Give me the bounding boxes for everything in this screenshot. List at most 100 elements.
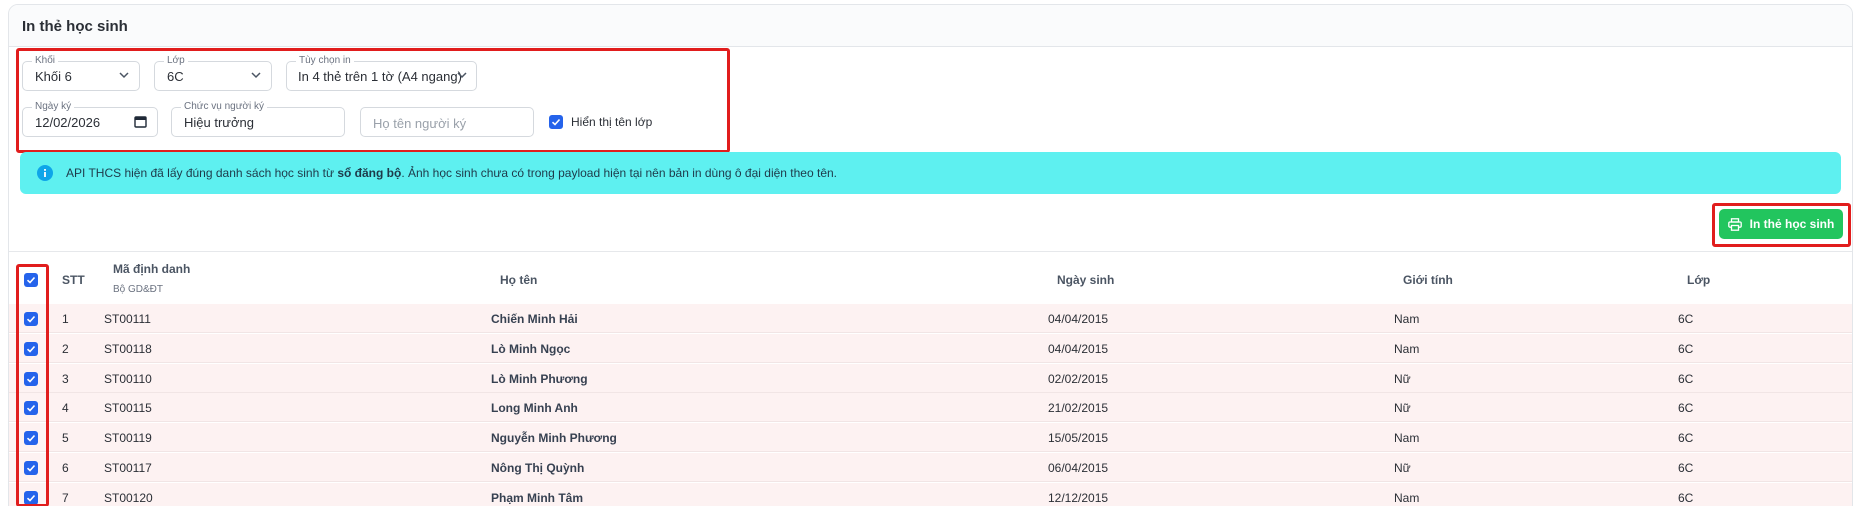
cell-ngay-sinh: 15/05/2015: [1048, 431, 1109, 446]
table-top-divider: [9, 251, 1852, 252]
cell-lop: 6C: [1678, 490, 1694, 505]
cell-lop: 6C: [1678, 371, 1694, 386]
printer-icon: [1727, 217, 1742, 231]
checkbox-checked[interactable]: [549, 115, 563, 129]
alert-text-before: API THCS hiện đã lấy đúng danh sách học …: [66, 166, 338, 180]
alert-text-bold: sổ đăng bộ: [337, 166, 402, 180]
cell-ngay-sinh: 02/02/2015: [1048, 371, 1109, 386]
header-gioi-tinh: Giới tính: [1403, 273, 1453, 287]
show-class-name-checkbox[interactable]: Hiển thị tên lớp: [549, 115, 652, 129]
signer-position-input[interactable]: Chức vụ người ký Hiệu trưởng: [171, 101, 345, 137]
cell-gioi-tinh: Nam: [1394, 341, 1420, 356]
class-select[interactable]: Lớp 6C: [154, 55, 272, 91]
header-ngay-sinh: Ngày sinh: [1057, 273, 1115, 287]
cell-lop: 6C: [1678, 431, 1694, 446]
cell-ho-ten: Nguyễn Minh Phương: [491, 431, 617, 446]
cell-gioi-tinh: Nữ: [1394, 461, 1411, 475]
table-row[interactable]: 7 ST00120 Phạm Minh Tâm 12/12/2015 Nam 6C: [9, 482, 1852, 506]
header-stt: STT: [62, 273, 85, 287]
header-ma-dinh-danh-sub: Bộ GD&ĐT: [113, 284, 164, 295]
cell-ho-ten: Lò Minh Phương: [491, 371, 588, 386]
card-header: In thẻ học sinh: [9, 5, 1852, 47]
cell-ho-ten: Long Minh Anh: [491, 401, 578, 416]
print-button-label: In thẻ học sinh: [1749, 217, 1835, 231]
row-checkbox[interactable]: [24, 431, 38, 446]
signer-name-placeholder: Họ tên người ký: [373, 116, 467, 131]
row-checkbox[interactable]: [24, 490, 38, 505]
cell-lop: 6C: [1678, 401, 1694, 416]
calendar-icon[interactable]: [134, 115, 147, 128]
sign-date-value: 12/02/2026: [35, 115, 101, 130]
print-option-value: In 4 thẻ trên 1 tờ (A4 ngang): [298, 69, 462, 84]
table-row[interactable]: 1 ST00111 Chiến Minh Hải 04/04/2015 Nam 6C: [9, 304, 1852, 333]
info-alert-text: API THCS hiện đã lấy đúng danh sách học …: [66, 166, 837, 180]
row-checkbox[interactable]: [24, 371, 38, 386]
show-class-name-label: Hiển thị tên lớp: [571, 115, 653, 129]
header-ma-dinh-danh: Mã định danh: [113, 262, 191, 276]
header-ho-ten: Họ tên: [500, 273, 538, 287]
cell-gioi-tinh: Nam: [1394, 431, 1420, 446]
cell-gioi-tinh: Nữ: [1394, 371, 1411, 386]
table-row[interactable]: 4 ST00115 Long Minh Anh 21/02/2015 Nữ 6C: [9, 393, 1852, 423]
table-row[interactable]: 6 ST00117 Nông Thị Quỳnh 06/04/2015 Nữ 6C: [9, 453, 1852, 482]
cell-ngay-sinh: 06/04/2015: [1048, 461, 1109, 475]
signer-position-value: Hiệu trưởng: [184, 115, 254, 130]
sign-date-input[interactable]: Ngày ký 12/02/2026: [22, 101, 158, 137]
alert-text-after: . Ảnh học sinh chưa có trong payload hiệ…: [401, 166, 837, 180]
table-row[interactable]: 3 ST00110 Lò Minh Phương 02/02/2015 Nữ 6C: [9, 363, 1852, 393]
chevron-down-icon: [119, 72, 129, 79]
page-title: In thẻ học sinh: [22, 18, 128, 35]
chevron-down-icon: [251, 72, 261, 79]
select-all-checkbox[interactable]: [24, 273, 38, 287]
class-select-value: 6C: [167, 69, 184, 84]
cell-lop: 6C: [1678, 312, 1694, 326]
cell-gioi-tinh: Nam: [1394, 312, 1420, 326]
table-row[interactable]: 2 ST00118 Lò Minh Ngọc 04/04/2015 Nam 6C: [9, 333, 1852, 363]
cell-gioi-tinh: Nam: [1394, 490, 1420, 505]
cell-stt: 7: [62, 490, 69, 505]
cell-stt: 4: [62, 401, 69, 416]
cell-ngay-sinh: 04/04/2015: [1048, 341, 1109, 356]
cell-stt: 1: [62, 312, 69, 326]
cell-ma: ST00117: [104, 461, 152, 475]
cell-stt: 2: [62, 341, 69, 356]
cell-stt: 6: [62, 461, 69, 475]
cell-lop: 6C: [1678, 341, 1694, 356]
grade-select[interactable]: Khối Khối 6: [22, 55, 140, 91]
row-checkbox[interactable]: [24, 341, 38, 356]
cell-ma: ST00119: [104, 431, 152, 446]
cell-ma: ST00118: [104, 341, 152, 356]
cell-ngay-sinh: 04/04/2015: [1048, 312, 1109, 326]
row-checkbox[interactable]: [24, 401, 38, 416]
row-checkbox[interactable]: [24, 461, 38, 475]
cell-ngay-sinh: 21/02/2015: [1048, 401, 1109, 416]
cell-ma: ST00111: [104, 312, 151, 326]
print-student-cards-button[interactable]: In thẻ học sinh: [1719, 209, 1843, 239]
print-option-select[interactable]: Tùy chọn in In 4 thẻ trên 1 tờ (A4 ngang…: [286, 55, 477, 91]
cell-gioi-tinh: Nữ: [1394, 401, 1411, 416]
chevron-down-icon: [457, 72, 467, 79]
table-row[interactable]: 5 ST00119 Nguyễn Minh Phương 15/05/2015 Nam 6…: [9, 423, 1852, 453]
cell-stt: 3: [62, 371, 69, 386]
cell-stt: 5: [62, 431, 69, 446]
cell-ma: ST00115: [104, 401, 152, 416]
class-select-label: Lớp: [164, 55, 188, 67]
signer-position-label: Chức vụ người ký: [181, 101, 267, 113]
page: In thẻ học sinh Khối Khối 6 Lớp 6C Tùy c…: [0, 0, 1868, 506]
signer-name-input[interactable]: Họ tên người ký: [360, 107, 534, 137]
info-alert: API THCS hiện đã lấy đúng danh sách học …: [20, 152, 1841, 194]
grade-select-label: Khối: [32, 55, 59, 67]
cell-ho-ten: Phạm Minh Tâm: [491, 490, 584, 505]
header-lop: Lớp: [1687, 273, 1711, 287]
cell-ma: ST00120: [104, 490, 153, 505]
cell-ma: ST00110: [104, 371, 152, 386]
cell-ho-ten: Chiến Minh Hải: [491, 312, 578, 326]
info-icon: [37, 165, 53, 181]
row-checkbox[interactable]: [24, 312, 38, 326]
grade-select-value: Khối 6: [35, 69, 72, 84]
cell-ngay-sinh: 12/12/2015: [1048, 490, 1109, 505]
cell-lop: 6C: [1678, 461, 1694, 475]
cell-ho-ten: Nông Thị Quỳnh: [491, 461, 585, 475]
sign-date-label: Ngày ký: [32, 101, 75, 113]
cell-ho-ten: Lò Minh Ngọc: [491, 341, 571, 356]
